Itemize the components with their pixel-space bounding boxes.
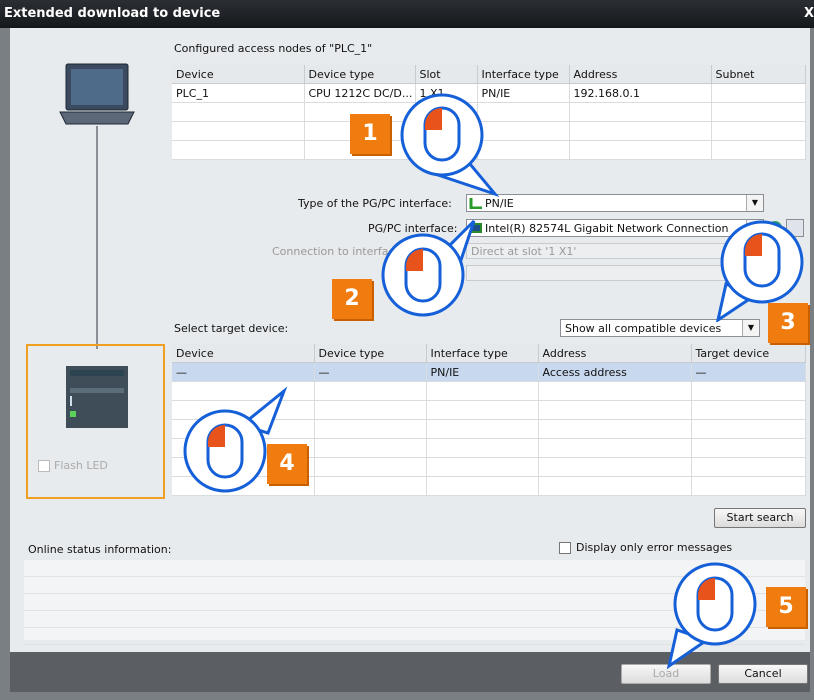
col-interface-type[interactable]: Interface type (426, 344, 539, 363)
cell-address: Access address (538, 362, 692, 382)
access-nodes-heading: Configured access nodes of "PLC_1" (174, 42, 373, 55)
target-label: Select target device: (174, 322, 289, 335)
mouse-icon (400, 93, 500, 198)
mouse-icon (666, 562, 757, 670)
pgpc-type-select[interactable]: PN/IE ▼ (466, 194, 764, 212)
pgpc-interface-value: Intel(R) 82574L Gigabit Network Connecti… (485, 222, 729, 235)
col-address[interactable]: Address (538, 344, 692, 363)
network-icon (469, 198, 482, 209)
flash-led-checkbox[interactable] (38, 460, 50, 472)
col-device[interactable]: Device (172, 344, 315, 363)
cable-line (96, 126, 98, 349)
cell-device: — (172, 362, 315, 382)
callout-badge-5: 5 (766, 587, 806, 627)
error-only-checkbox[interactable] (559, 542, 571, 554)
connection-value: Direct at slot '1 X1' (471, 245, 577, 258)
pgpc-type-value: PN/IE (485, 197, 514, 210)
callout-badge-1: 1 (350, 114, 390, 154)
col-subnet[interactable]: Subnet (711, 65, 806, 84)
callout-badge-4: 4 (267, 444, 307, 484)
close-icon[interactable]: X (804, 6, 814, 21)
col-device[interactable]: Device (172, 65, 305, 84)
col-slot[interactable]: Slot (415, 65, 478, 84)
online-status-label: Online status information: (28, 543, 172, 556)
cell-subnet (711, 83, 806, 103)
chevron-down-icon[interactable]: ▼ (742, 320, 759, 336)
mouse-icon (381, 219, 476, 317)
cell-device: PLC_1 (172, 83, 305, 103)
col-interface-type[interactable]: Interface type (477, 65, 570, 84)
pc-icon (59, 63, 135, 125)
callout-badge-3: 3 (768, 303, 808, 343)
filter-value: Show all compatible devices (565, 322, 722, 335)
col-address[interactable]: Address (569, 65, 712, 84)
error-only-label: Display only error messages (576, 541, 733, 554)
flash-led-label: Flash LED (54, 459, 108, 472)
col-device-type[interactable]: Device type (304, 65, 416, 84)
col-target-device[interactable]: Target device (691, 344, 806, 363)
table-row[interactable]: — — PN/IE Access address — (172, 362, 806, 382)
title-bar: Extended download to device X (0, 0, 814, 28)
chevron-down-icon[interactable]: ▼ (746, 195, 763, 211)
cell-target-device: — (691, 362, 806, 382)
pgpc-type-label: Type of the PG/PC interface: (298, 197, 452, 210)
start-search-button[interactable]: Start search (714, 508, 806, 528)
plc-icon (66, 366, 128, 428)
col-device-type[interactable]: Device type (314, 344, 427, 363)
cell-device-type: — (314, 362, 427, 382)
cell-interface-type: PN/IE (426, 362, 539, 382)
cell-address: 192.168.0.1 (569, 83, 712, 103)
callout-badge-2: 2 (332, 279, 372, 319)
window-title: Extended download to device (4, 6, 221, 21)
